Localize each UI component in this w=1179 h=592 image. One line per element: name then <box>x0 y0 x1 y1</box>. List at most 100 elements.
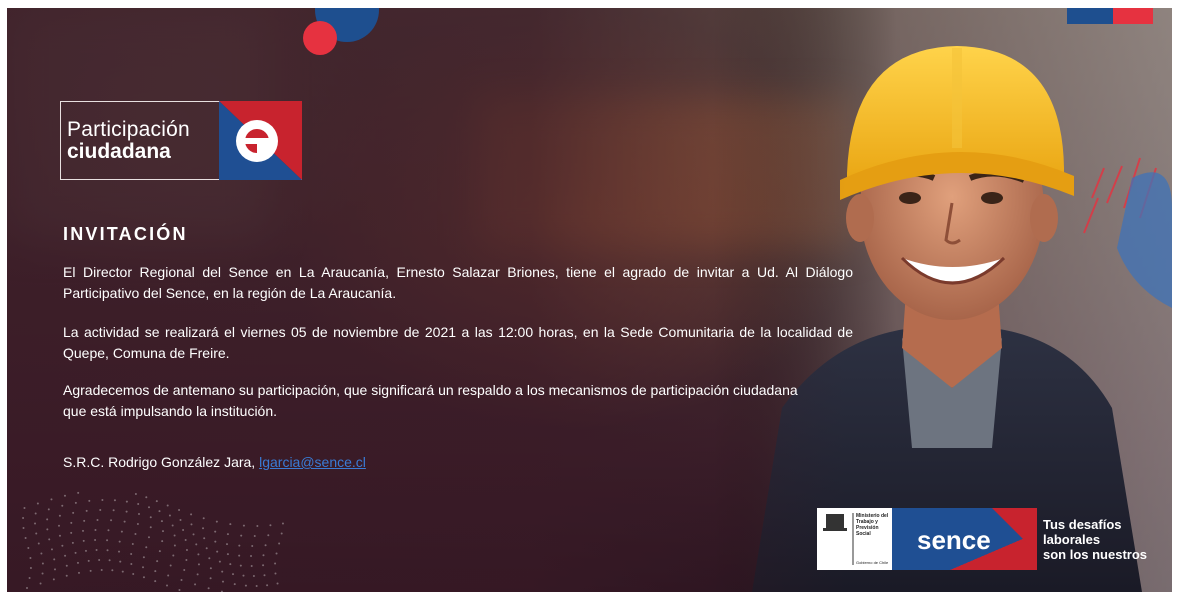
decor-dot <box>131 542 134 545</box>
decor-dot <box>158 550 161 553</box>
decor-dot <box>148 506 151 509</box>
decor-dot <box>34 512 37 515</box>
sence-logo: sence <box>892 508 1037 570</box>
decor-dot <box>197 563 200 566</box>
decor-dot <box>266 584 269 587</box>
decor-dot <box>156 560 159 563</box>
logo-title-line1: Participación <box>67 118 190 141</box>
decor-dot <box>281 522 284 525</box>
decor-dot <box>190 513 193 516</box>
decor-dot <box>190 523 193 526</box>
decor-dot <box>168 514 171 517</box>
invitation-paragraph-1: El Director Regional del Sence en La Ara… <box>63 264 853 301</box>
invitation-heading: INVITACIÓN <box>63 224 188 244</box>
decor-dot <box>27 547 30 549</box>
decor-dot <box>207 587 210 590</box>
decor-dot <box>70 521 73 524</box>
decor-dot <box>255 584 258 587</box>
decor-dot <box>209 577 212 580</box>
decor-dot <box>106 549 109 552</box>
decor-dot <box>232 573 235 576</box>
invitation-banner: Participación ciudadana INVITACIÓN El Di… <box>7 8 1172 592</box>
decor-dot <box>256 524 259 527</box>
decor-dot <box>112 509 115 512</box>
decor-dot <box>180 578 183 581</box>
sence-wordmark: sence <box>917 525 991 555</box>
decor-dot <box>41 562 44 565</box>
decor-dot <box>77 571 80 574</box>
decor-dot <box>77 491 80 494</box>
decor-dot <box>137 512 140 515</box>
decor-dot <box>22 517 25 519</box>
decor-dot <box>34 522 37 525</box>
slogan-line-1: Tus desafíos <box>1043 517 1122 532</box>
decor-dot <box>35 532 38 535</box>
decor-dot <box>61 544 64 547</box>
decor-dot <box>154 570 157 573</box>
decor-dot <box>171 524 174 527</box>
decor-dot <box>94 539 97 542</box>
decor-dot <box>89 569 92 572</box>
decor-dot <box>160 520 163 523</box>
decor-dot <box>100 569 103 572</box>
flag-stripe-blue <box>1067 8 1113 24</box>
decor-dot <box>29 567 32 569</box>
decor-dot <box>110 519 113 522</box>
decor-dot <box>178 508 181 511</box>
decor-dot <box>167 574 170 577</box>
decor-dot <box>229 563 232 566</box>
signature-text: S.R.C. Rodrigo González Jara, <box>63 454 260 470</box>
dotted-globe-decoration <box>22 491 284 592</box>
decor-dot <box>173 534 176 537</box>
decor-dot <box>95 549 98 552</box>
ministry-line-4: Social <box>856 531 871 537</box>
decor-dot <box>58 514 61 517</box>
decor-dot <box>238 554 241 557</box>
decor-dot <box>119 560 122 563</box>
decor-dot <box>48 538 51 541</box>
decor-dot <box>83 519 86 522</box>
decor-dot <box>182 528 185 531</box>
flag-stripe-red <box>1113 8 1153 24</box>
decor-dot <box>178 588 181 591</box>
decor-dot <box>87 559 90 562</box>
decor-dot <box>63 494 66 497</box>
decor-dot <box>242 574 245 577</box>
decor-dot <box>184 538 187 541</box>
decor-dot <box>37 542 40 545</box>
decor-dot <box>50 498 53 501</box>
decor-dot <box>85 509 88 512</box>
decor-dot <box>253 534 256 537</box>
decor-dot <box>196 573 199 576</box>
decor-dot <box>72 511 75 514</box>
decor-dot <box>111 569 114 572</box>
decor-dot <box>240 534 243 537</box>
decor-dot <box>145 496 148 499</box>
decor-dot <box>118 540 121 543</box>
decor-dot <box>274 572 277 575</box>
slogan-line-3: son los nuestros <box>1043 547 1148 562</box>
decor-dot <box>214 530 217 533</box>
decor-dot <box>154 580 157 583</box>
decor-dot <box>208 557 211 560</box>
decor-dot <box>120 530 123 533</box>
decor-dot <box>262 554 265 557</box>
decor-dot <box>169 564 172 567</box>
decor-dot <box>99 509 102 512</box>
decor-dot <box>195 543 198 546</box>
decor-dot <box>29 557 32 559</box>
decor-dot <box>76 561 79 564</box>
decor-dot <box>61 504 64 507</box>
decor-dot <box>24 537 27 539</box>
decor-dot <box>226 553 229 556</box>
decor-dot <box>142 566 145 569</box>
decor-dot <box>58 534 61 537</box>
decor-dot <box>47 508 50 511</box>
decor-dot <box>280 532 283 535</box>
decor-dot <box>166 584 169 587</box>
decor-dot <box>46 518 49 521</box>
decor-dot <box>107 529 110 532</box>
email-link[interactable]: lgarcia@sence.cl <box>259 454 366 470</box>
decor-dot <box>84 549 87 552</box>
decor-dot <box>221 580 224 583</box>
